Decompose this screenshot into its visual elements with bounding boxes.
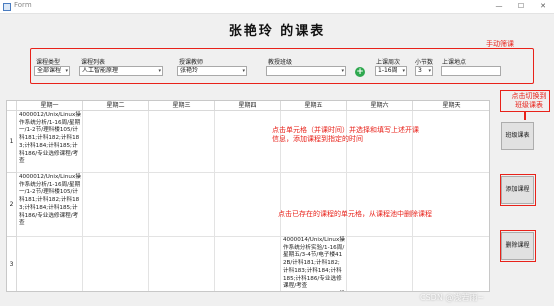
close-button[interactable]: ✕ xyxy=(532,0,554,13)
row-header-1: 1 xyxy=(7,111,17,173)
minimize-button[interactable]: — xyxy=(488,0,510,13)
table-cell[interactable] xyxy=(347,237,413,291)
course-type-select[interactable]: 全部课程 ▾ xyxy=(34,66,70,76)
col-header-wednesday: 星期三 xyxy=(149,101,215,111)
location-label: 上课地点 xyxy=(442,59,467,66)
course-entry: 4000012/Unix/Linux操作系统分析/1-16周/星期一/1-2节/… xyxy=(19,112,81,165)
col-header-saturday: 星期六 xyxy=(347,101,413,111)
table-cell[interactable]: 4000012/Unix/Linux操作系统分析/1-16周/星期一/1-2节/… xyxy=(17,173,83,237)
section-label: 小节数 xyxy=(415,59,434,66)
table-cell[interactable] xyxy=(83,237,149,291)
annotation-frame xyxy=(500,90,550,112)
table-cell[interactable] xyxy=(83,173,149,237)
app-icon xyxy=(3,3,11,11)
annotation-arrow xyxy=(524,112,526,120)
window-title-bar: Form — ☐ ✕ xyxy=(0,0,554,14)
page-title: 张艳玲 的课表 xyxy=(228,24,326,39)
chevron-down-icon: ▾ xyxy=(402,68,405,74)
week-select[interactable]: 1-16周 ▾ xyxy=(375,66,407,76)
course-type-label: 课程类型 xyxy=(36,59,61,66)
teacher-label: 授课教师 xyxy=(179,59,204,66)
add-class-button[interactable]: + xyxy=(355,67,365,77)
table-cell[interactable] xyxy=(413,111,489,173)
table-cell[interactable] xyxy=(413,237,489,291)
course-list-select[interactable]: 人工智能原理 ▾ xyxy=(79,66,163,76)
course-entry: 4000012/Unix/Linux操作系统分析/1-16周/星期一/1-2节/… xyxy=(19,174,81,227)
chevron-down-icon: ▾ xyxy=(158,68,161,74)
course-entry: 4000014/Unix/Linux操作系统分析实验/1-16周/星期五/3-4… xyxy=(283,237,345,291)
delete-course-annotation: 点击已存在的课程的单元格，从课程池中删除课程 xyxy=(278,210,432,218)
row-header-3: 3 xyxy=(7,237,17,291)
annotation-frame xyxy=(500,174,536,206)
class-label: 教授班级 xyxy=(268,59,293,66)
chevron-down-icon: ▾ xyxy=(428,68,431,74)
plus-circle-icon: + xyxy=(356,67,364,77)
class-schedule-button[interactable]: 班级课表 xyxy=(501,122,534,150)
col-header-monday: 星期一 xyxy=(17,101,83,111)
col-header-thursday: 星期四 xyxy=(215,101,281,111)
table-cell[interactable] xyxy=(149,173,215,237)
table-cell[interactable] xyxy=(215,237,281,291)
chevron-down-icon: ▾ xyxy=(65,68,68,74)
col-header-friday: 星期五 xyxy=(281,101,347,111)
watermark: CSDN @浅若雨~ xyxy=(420,293,485,302)
chevron-down-icon: ▾ xyxy=(242,68,245,74)
week-label: 上课周次 xyxy=(376,59,401,66)
table-cell[interactable] xyxy=(149,111,215,173)
annotation-frame xyxy=(500,230,536,262)
table-cell[interactable]: 4000014/Unix/Linux操作系统分析实验/1-16周/星期五/3-4… xyxy=(281,237,347,291)
section-select[interactable]: 3 ▾ xyxy=(415,66,433,76)
corner-header xyxy=(7,101,17,111)
maximize-button[interactable]: ☐ xyxy=(510,0,532,13)
table-cell[interactable] xyxy=(215,173,281,237)
table-cell[interactable] xyxy=(281,173,347,237)
window-title: Form xyxy=(14,1,32,9)
chevron-down-icon: ▾ xyxy=(341,68,344,74)
table-cell[interactable] xyxy=(17,237,83,291)
location-input[interactable] xyxy=(441,66,501,76)
table-cell[interactable]: 4000012/Unix/Linux操作系统分析/1-16周/星期一/1-2节/… xyxy=(17,111,83,173)
table-cell[interactable] xyxy=(347,173,413,237)
class-select[interactable]: ▾ xyxy=(266,66,346,76)
table-cell[interactable] xyxy=(413,173,489,237)
teacher-select[interactable]: 张艳玲 ▾ xyxy=(177,66,247,76)
add-course-annotation: 点击单元格（并课时间）并选择和填写上述开课信息，添加课程到指定的时间 xyxy=(272,126,419,143)
course-list-label: 课程列表 xyxy=(81,59,106,66)
table-cell[interactable] xyxy=(83,111,149,173)
row-header-2: 2 xyxy=(7,173,17,237)
col-header-sunday: 星期天 xyxy=(413,101,489,111)
table-cell[interactable] xyxy=(149,237,215,291)
col-header-tuesday: 星期二 xyxy=(83,101,149,111)
